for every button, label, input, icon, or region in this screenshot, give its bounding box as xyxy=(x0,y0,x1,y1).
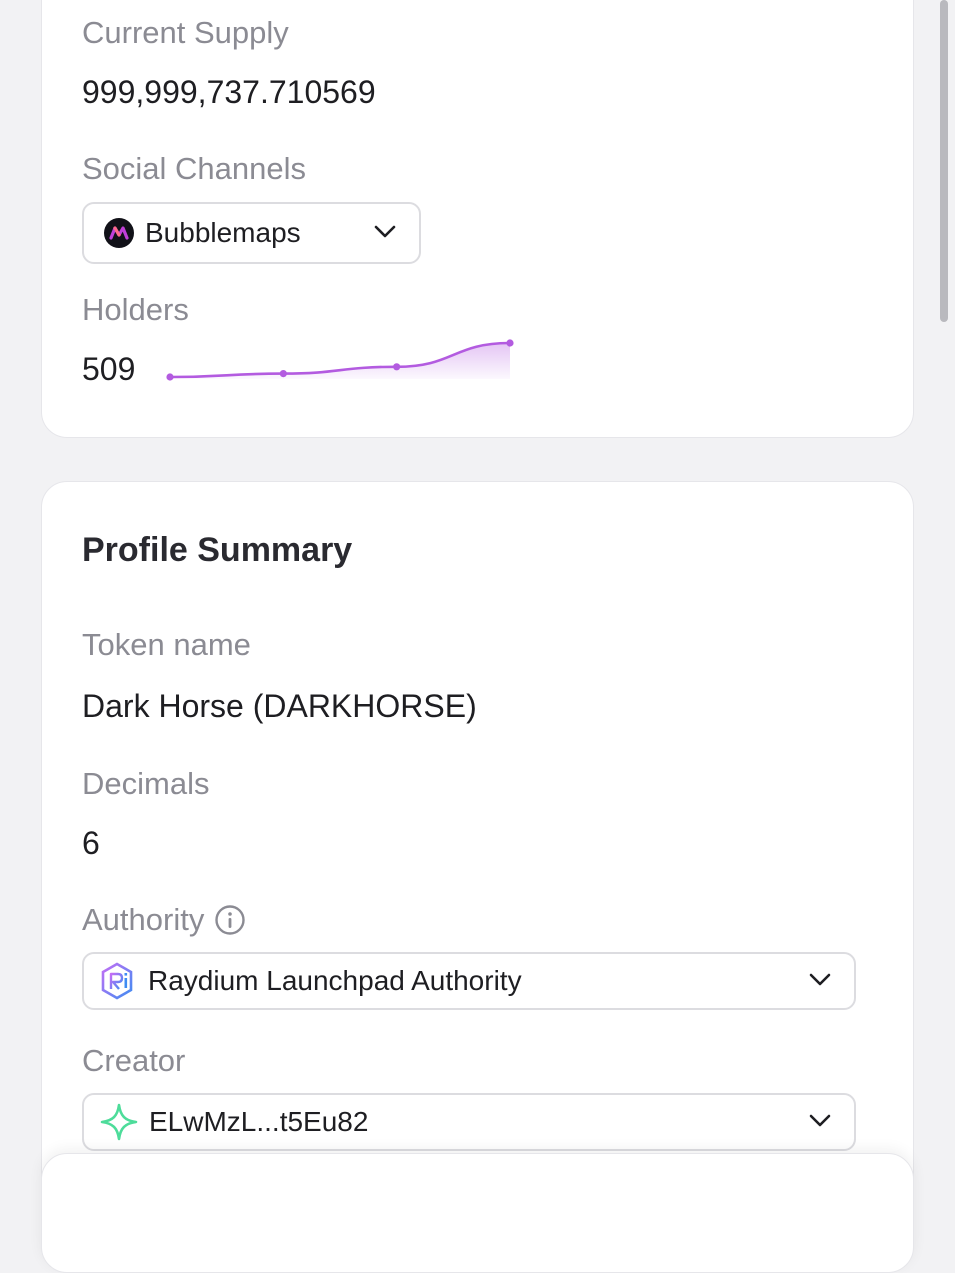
chevron-down-icon xyxy=(373,224,397,245)
holders-sparkline-point xyxy=(393,363,401,371)
current-supply-label: Current Supply xyxy=(82,15,289,50)
social-channels-dropdown[interactable]: Bubblemaps xyxy=(82,202,421,264)
sparkle-star-icon xyxy=(100,1103,138,1141)
holders-sparkline-area xyxy=(170,343,510,379)
bottom-sheet-card xyxy=(41,1153,914,1273)
authority-label-row: Authority xyxy=(82,902,246,938)
creator-selected: ELwMzL...t5Eu82 xyxy=(149,1106,369,1137)
decimals-label: Decimals xyxy=(82,766,210,801)
bubblemaps-logo-icon xyxy=(104,218,134,248)
token-market-card: Current Supply 999,999,737.710569 Social… xyxy=(41,0,914,438)
page-scrollbar[interactable] xyxy=(940,0,948,322)
creator-dropdown[interactable]: ELwMzL...t5Eu82 xyxy=(82,1093,856,1151)
token-name-value: Dark Horse (DARKHORSE) xyxy=(82,688,477,724)
holders-sparkline-point xyxy=(506,339,514,347)
current-supply-value: 999,999,737.710569 xyxy=(82,74,376,110)
token-name-label: Token name xyxy=(82,627,251,662)
decimals-value: 6 xyxy=(82,825,100,861)
chevron-down-icon xyxy=(808,972,832,993)
info-icon[interactable] xyxy=(214,904,246,936)
raydium-logo-icon xyxy=(100,962,134,1000)
holders-value: 509 xyxy=(82,351,136,387)
chevron-down-icon xyxy=(808,1113,832,1134)
social-channels-label: Social Channels xyxy=(82,151,307,186)
creator-label: Creator xyxy=(82,1043,186,1078)
holders-sparkline xyxy=(166,339,514,381)
holders-sparkline-point xyxy=(166,373,174,381)
authority-dropdown[interactable]: Raydium Launchpad Authority xyxy=(82,952,856,1010)
authority-selected: Raydium Launchpad Authority xyxy=(148,965,522,996)
profile-summary-card: Profile Summary Token name Dark Horse (D… xyxy=(41,481,914,1241)
profile-summary-title: Profile Summary xyxy=(82,531,353,569)
authority-label: Authority xyxy=(82,902,205,937)
holders-sparkline-point xyxy=(279,370,287,378)
social-channel-selected: Bubblemaps xyxy=(145,217,301,248)
holders-label: Holders xyxy=(82,292,189,327)
